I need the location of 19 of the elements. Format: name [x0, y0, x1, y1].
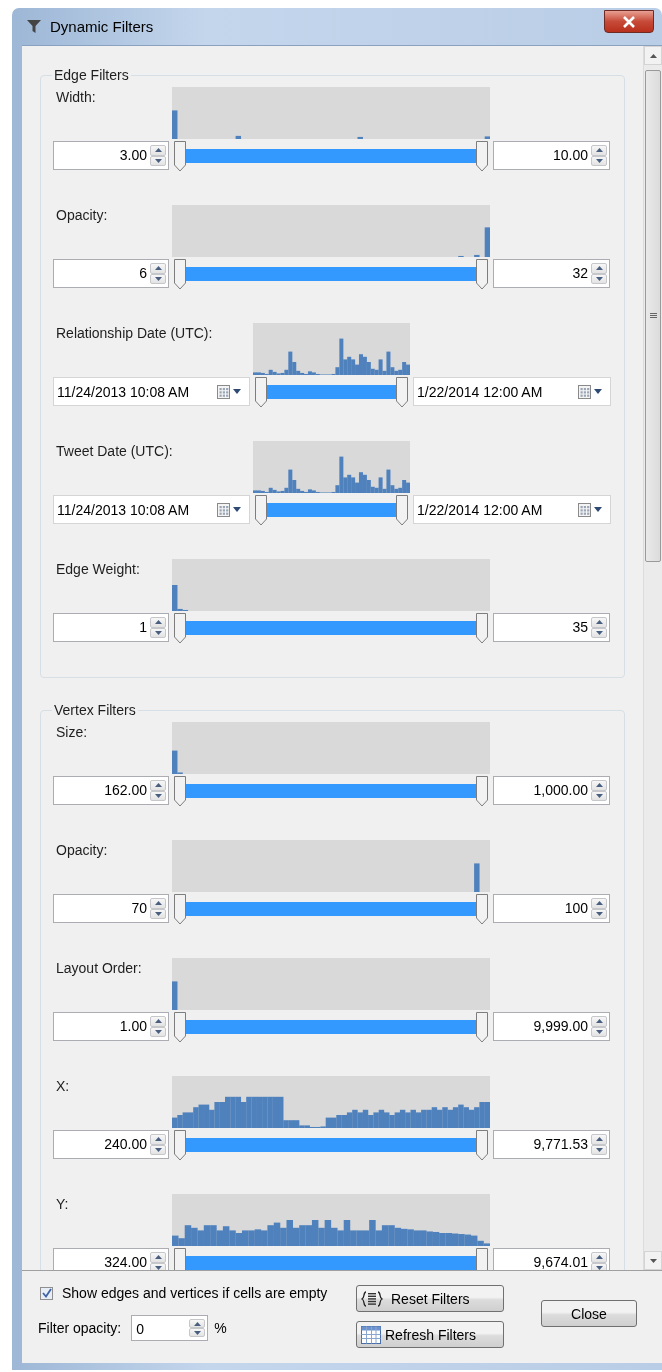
group-title: Vertex Filters — [53, 702, 137, 718]
filter-label: Edge Weight: — [55, 560, 141, 579]
filter-label: Y: — [55, 1195, 70, 1214]
field-label: Filter opacity: — [38, 1320, 122, 1336]
filter-label: Width: — [55, 88, 97, 107]
reset-filters-button[interactable]: Reset Filters — [356, 1285, 504, 1312]
filter-label: X: — [55, 1077, 71, 1096]
unit-label: % — [214, 1320, 227, 1336]
close-button[interactable]: Close — [541, 1300, 637, 1327]
checkbox-label: Show edges and vertices if cells are empty — [62, 1285, 328, 1301]
filter-label: Size: — [55, 723, 89, 742]
filter-label: Layout Order: — [55, 959, 143, 978]
filter-label: Relationship Date (UTC): — [55, 324, 214, 343]
filter-label: Tweet Date (UTC): — [55, 442, 174, 461]
window-title: Dynamic Filters — [50, 18, 154, 35]
refresh-filters-button[interactable]: Refresh Filters — [356, 1321, 504, 1348]
filter-label: Opacity: — [55, 841, 109, 860]
group-title: Edge Filters — [53, 67, 130, 83]
filter-label: Opacity: — [55, 206, 109, 225]
